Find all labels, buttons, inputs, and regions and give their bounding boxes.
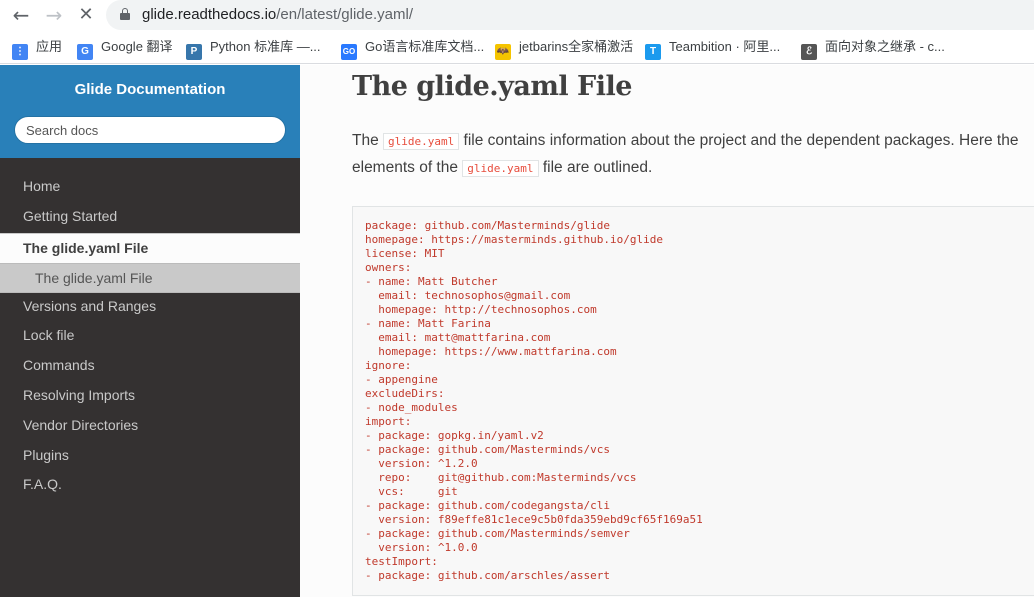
apps-grid-icon: ⋮: [12, 44, 28, 60]
search-input[interactable]: [14, 116, 286, 144]
intro-paragraph: The glide.yaml file contains information…: [352, 128, 1034, 182]
bat-icon: 🦇: [495, 44, 511, 60]
code-block: package: github.com/Masterminds/glide ho…: [352, 206, 1034, 596]
bookmark-label: Go语言标准库文档...: [365, 39, 485, 54]
sidebar-item[interactable]: Lock file: [0, 322, 300, 352]
bookmark-item[interactable]: G Google 翻译: [77, 38, 173, 60]
intro-text-3: file are outlined.: [538, 159, 653, 176]
sidebar-item[interactable]: The glide.yaml File: [0, 232, 300, 263]
bookmark-label: 面向对象之继承 - c...: [825, 39, 945, 54]
sidebar-menu: Home Getting Started The glide.yaml File Th…: [0, 173, 300, 501]
inline-code: glide.yaml: [383, 133, 460, 150]
bookmark-item[interactable]: ℰ 面向对象之继承 - c...: [801, 38, 945, 60]
inline-code: glide.yaml: [462, 160, 539, 177]
sidebar-item[interactable]: Home: [0, 173, 300, 203]
bookmark-label: Google 翻译: [101, 39, 173, 54]
bookmark-item[interactable]: ⋮ 应用: [12, 38, 63, 60]
bookmark-item[interactable]: T Teambition · 阿里...: [645, 38, 781, 60]
main-content: The glide.yaml File The glide.yaml file …: [300, 65, 1034, 597]
bookmark-label: 应用: [36, 39, 63, 54]
page-title: The glide.yaml File: [352, 71, 632, 102]
sidebar-item[interactable]: Versions and Ranges: [0, 293, 300, 323]
sidebar-item[interactable]: F.A.Q.: [0, 471, 300, 501]
stop-loading-icon[interactable]: ✕: [74, 3, 98, 27]
google-translate-icon: G: [77, 44, 93, 60]
python-icon: P: [186, 44, 202, 60]
url-host: glide.readthedocs.io: [142, 6, 277, 23]
bookmarks-bar: ⋮ 应用 G Google 翻译 P Python 标准库 —... GO Go语言标准库文档…: [0, 30, 1034, 64]
sidebar-item[interactable]: Getting Started: [0, 203, 300, 233]
browser-toolbar: ← → ✕ glide.readthedocs.io/en/latest/gli…: [0, 0, 1034, 30]
lock-icon[interactable]: [120, 8, 130, 20]
address-bar[interactable]: glide.readthedocs.io/en/latest/glide.yam…: [106, 0, 1034, 30]
go-icon: GO: [341, 44, 357, 60]
bookmark-item[interactable]: P Python 标准库 —...: [186, 38, 321, 60]
teambition-icon: T: [645, 44, 661, 60]
url-text[interactable]: glide.readthedocs.io/en/latest/glide.yam…: [142, 6, 413, 23]
project-title[interactable]: Glide Documentation: [0, 81, 300, 98]
intro-text-1: The: [352, 132, 384, 149]
sidebar-item[interactable]: The glide.yaml File: [0, 262, 300, 293]
bookmark-label: Teambition · 阿里...: [669, 39, 781, 54]
forward-arrow-icon[interactable]: →: [42, 3, 66, 27]
sidebar: Glide Documentation HomeGetting StartedT…: [0, 65, 300, 597]
bookmark-label: jetbarins全家桶激活: [519, 39, 634, 54]
bookmark-label: Python 标准库 —...: [210, 39, 321, 54]
bookmark-item[interactable]: GO Go语言标准库文档...: [341, 38, 485, 60]
url-path: /en/latest/glide.yaml/: [276, 6, 414, 23]
code-text[interactable]: package: github.com/Masterminds/glide ho…: [365, 219, 703, 583]
ornament-icon: ℰ: [801, 44, 817, 60]
bookmark-item[interactable]: 🦇 jetbarins全家桶激活: [495, 38, 634, 60]
sidebar-item[interactable]: Vendor Directories: [0, 412, 300, 442]
back-arrow-icon[interactable]: ←: [9, 3, 33, 27]
sidebar-header: Glide Documentation: [0, 65, 300, 158]
sidebar-item[interactable]: Resolving Imports: [0, 382, 300, 412]
sidebar-item[interactable]: Plugins: [0, 442, 300, 472]
sidebar-item[interactable]: Commands: [0, 352, 300, 382]
